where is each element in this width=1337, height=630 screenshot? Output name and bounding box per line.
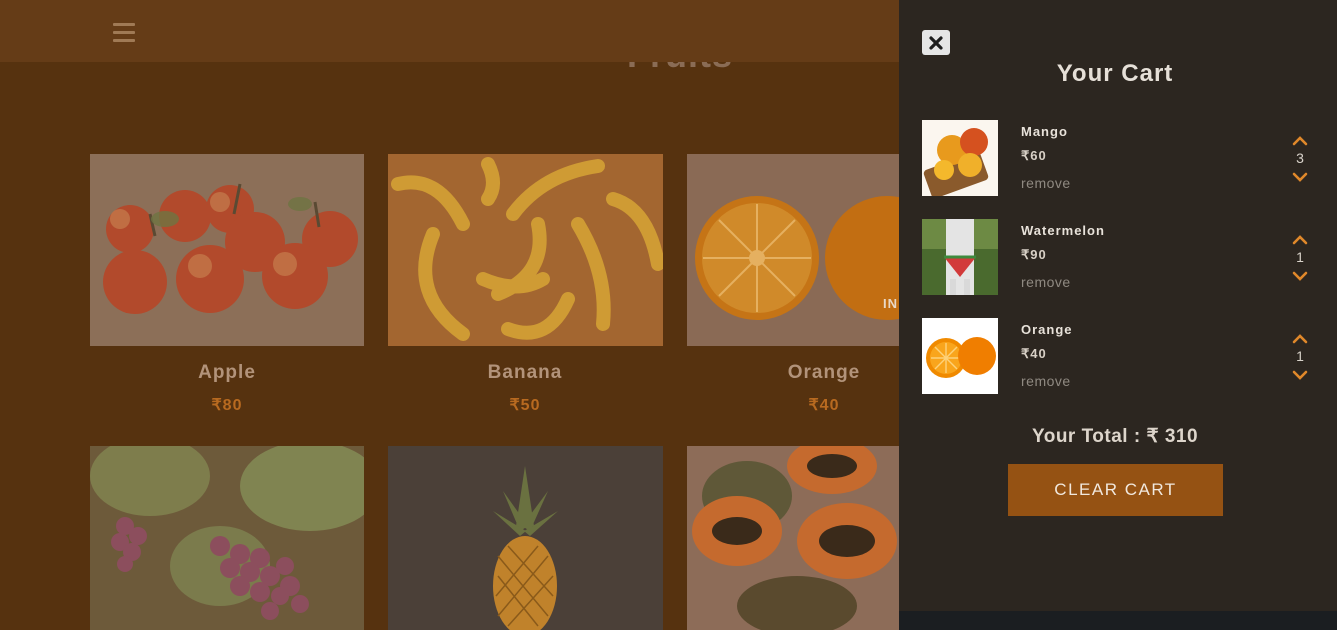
remove-button[interactable]: remove [1021,175,1071,191]
chevron-up-icon[interactable] [1291,134,1309,146]
quantity-value: 1 [1296,249,1304,265]
pineapple-image[interactable] [388,446,663,630]
chevron-down-icon[interactable] [1291,368,1309,380]
chevron-up-icon[interactable] [1291,332,1309,344]
orange-thumbnail [922,318,998,394]
cart-item-price: ₹40 [1021,346,1047,361]
remove-button[interactable]: remove [1021,274,1071,290]
orange-image[interactable] [687,154,899,346]
cart-item-name: Mango [1021,124,1068,139]
cart-title: Your Cart [1056,60,1174,87]
remove-button[interactable]: remove [1021,373,1071,389]
close-icon[interactable] [922,30,950,55]
product-price: ₹80 [211,397,243,414]
cart-item-name: Watermelon [1021,223,1105,238]
cart-panel: Your Cart Mango ₹60 remove 3 Watermelon … [899,0,1337,611]
apple-image[interactable] [90,154,364,346]
hamburger-icon[interactable] [113,23,135,45]
mango-thumbnail [922,120,998,196]
cart-item: Watermelon ₹90 remove 1 [922,219,1322,295]
cart-total: Your Total : ₹ 310 [1031,426,1199,447]
cart-item-price: ₹90 [1021,247,1047,262]
quantity-value: 3 [1296,150,1304,166]
panel-footer-strip [899,611,1337,630]
product-price: ₹50 [509,397,541,414]
chevron-down-icon[interactable] [1291,269,1309,281]
grapes-image[interactable] [90,446,364,630]
cart-item-name: Orange [1021,322,1073,337]
clear-cart-button[interactable]: CLEAR CART [1008,464,1223,516]
cart-item-price: ₹60 [1021,148,1047,163]
banana-image[interactable] [388,154,663,346]
cart-item: Mango ₹60 remove 3 [922,120,1322,196]
cart-item: Orange ₹40 remove 1 [922,318,1322,394]
chevron-down-icon[interactable] [1291,170,1309,182]
quantity-value: 1 [1296,348,1304,364]
product-name: Apple [198,362,256,383]
chevron-up-icon[interactable] [1291,233,1309,245]
product-name: Banana [487,362,563,383]
watermelon-thumbnail [922,219,998,295]
product-badge: IN [883,296,898,311]
papaya-image[interactable] [687,446,899,630]
